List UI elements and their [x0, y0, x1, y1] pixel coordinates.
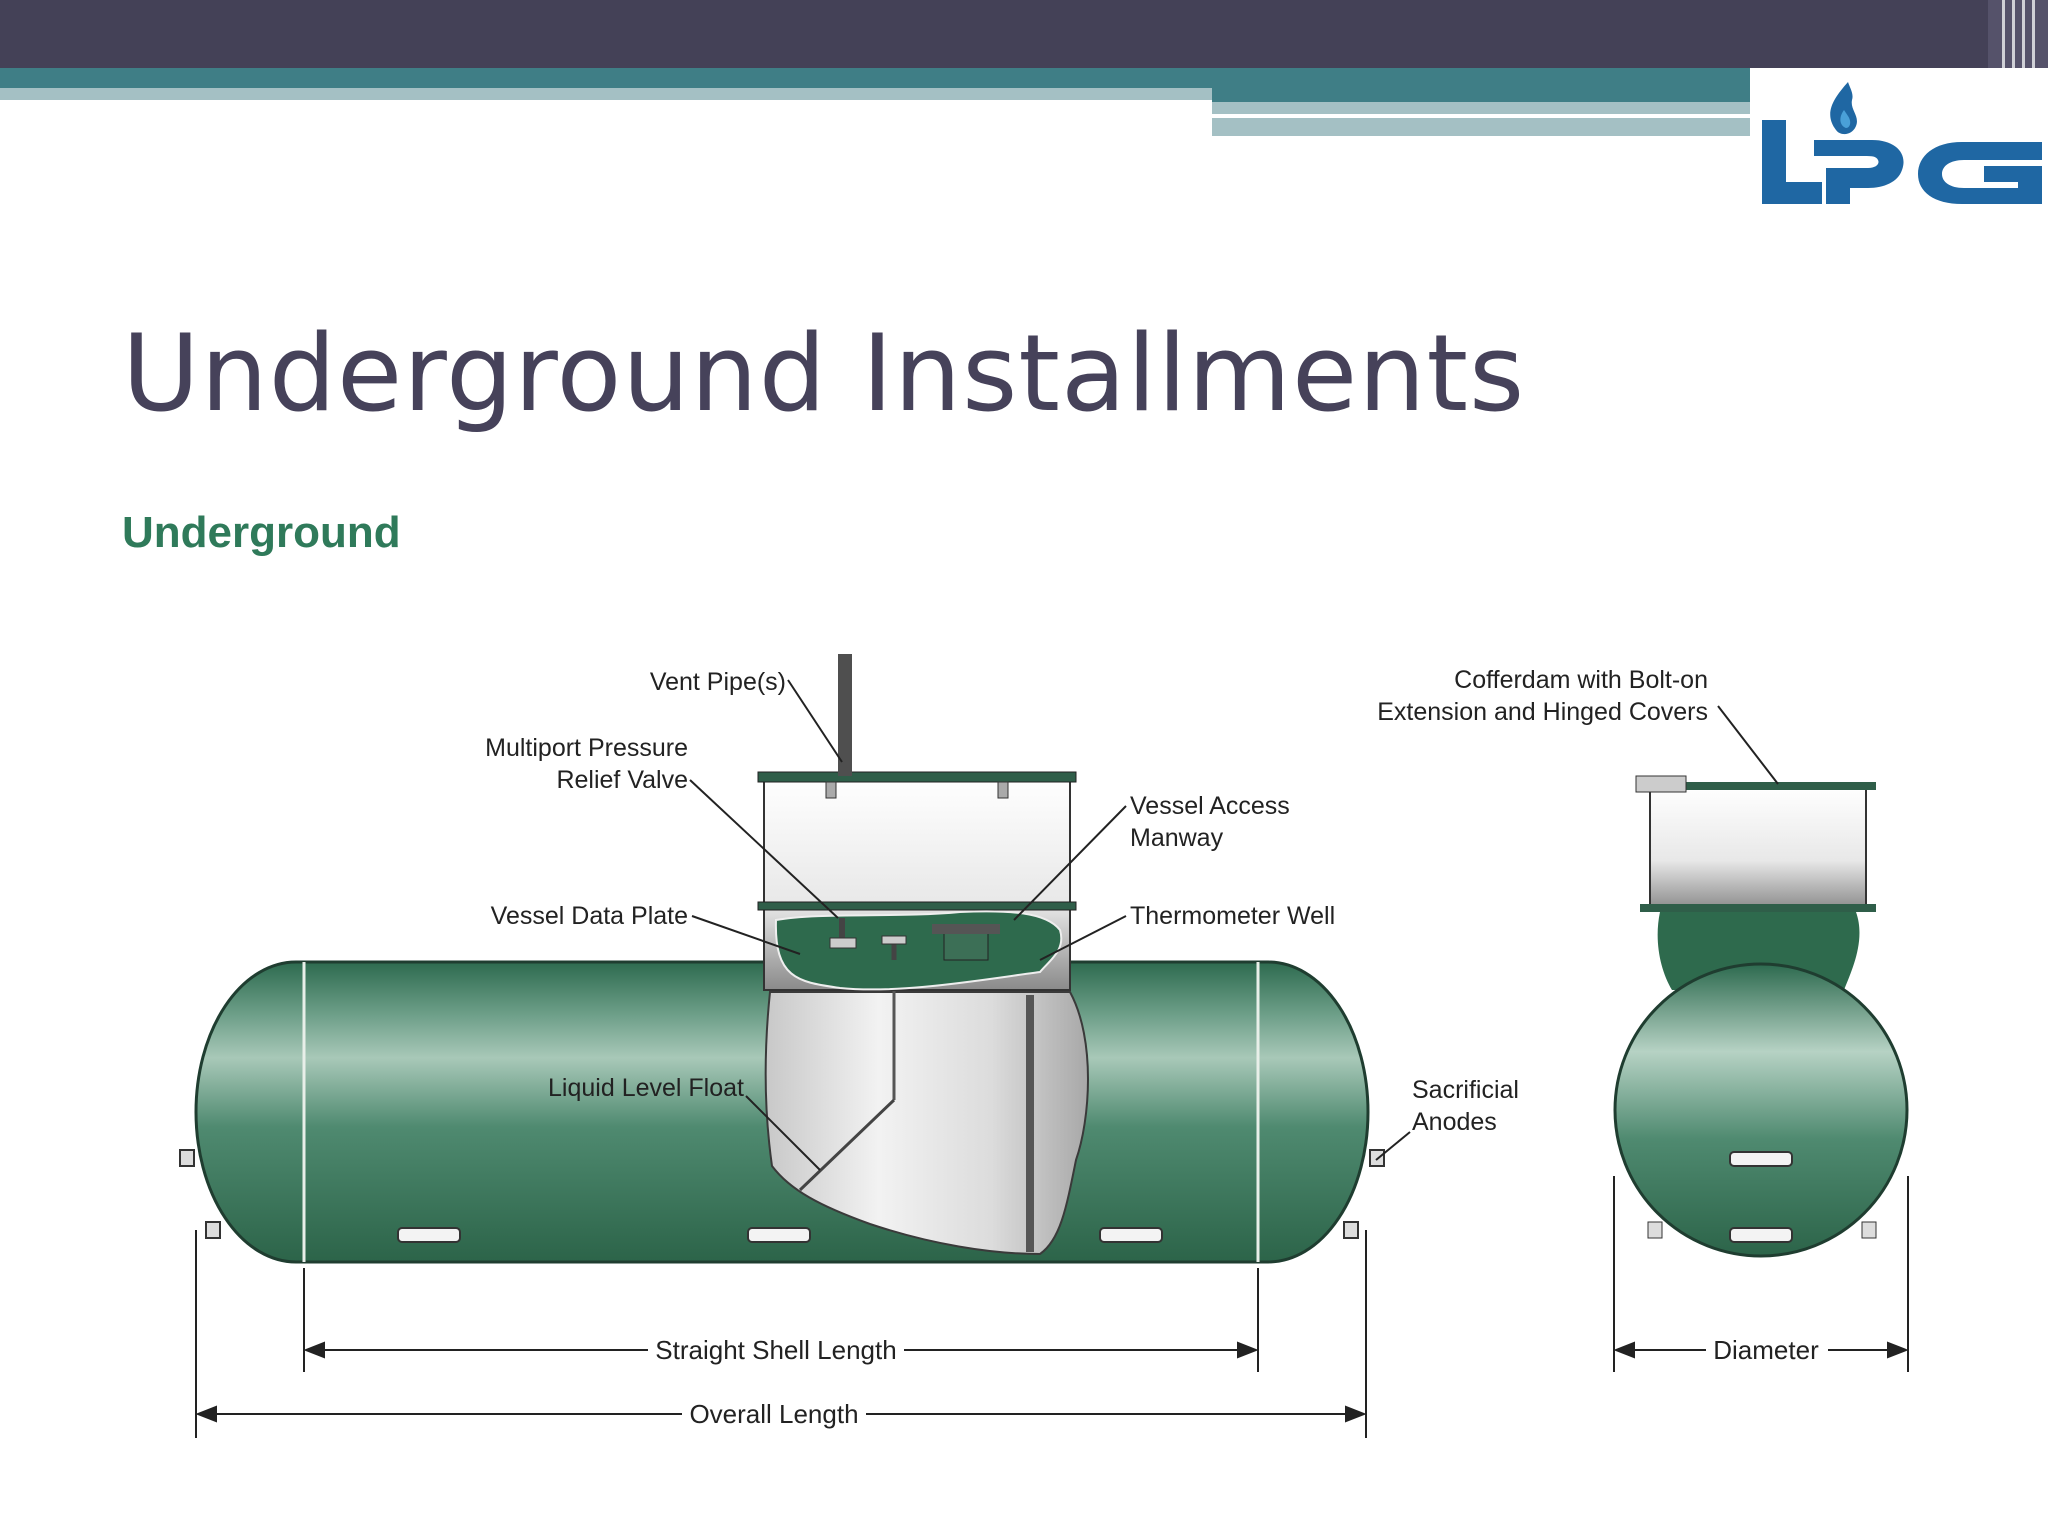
- label-data-plate: Vessel Data Plate: [491, 902, 688, 930]
- label-thermometer-well: Thermometer Well: [1130, 902, 1335, 930]
- tank-end-view: [1613, 775, 1909, 1258]
- label-cofferdam-2: Extension and Hinged Covers: [1377, 698, 1708, 726]
- label-vent-pipe: Vent Pipe(s): [650, 668, 786, 696]
- label-manway-1: Vessel Access: [1130, 792, 1290, 820]
- label-cofferdam-1: Cofferdam with Bolt-on: [1454, 666, 1708, 694]
- label-anodes-2: Anodes: [1412, 1108, 1497, 1136]
- dimension-diameter: Diameter: [1713, 1335, 1819, 1365]
- label-liquid-level-float: Liquid Level Float: [548, 1074, 744, 1102]
- dimension-overall-length: Overall Length: [689, 1399, 858, 1429]
- label-relief-valve-1: Multiport Pressure: [485, 734, 688, 762]
- label-relief-valve-2: Relief Valve: [556, 766, 688, 794]
- label-anodes-1: Sacrificial: [1412, 1076, 1519, 1104]
- tank-diagram: Vent Pipe(s) Multiport Pressure Relief V…: [179, 654, 1909, 1438]
- tank-side-view: [179, 654, 1385, 1264]
- label-manway-2: Manway: [1130, 824, 1224, 852]
- dimension-straight-shell-length: Straight Shell Length: [655, 1335, 896, 1365]
